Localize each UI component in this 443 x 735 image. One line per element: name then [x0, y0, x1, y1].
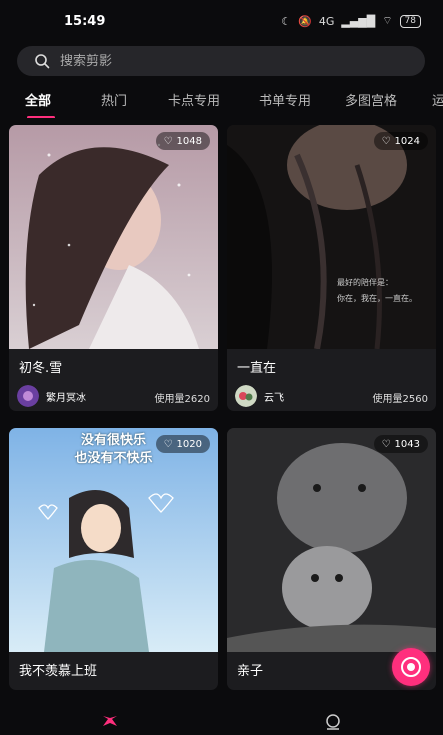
card-title: 我不羡慕上班	[19, 664, 98, 679]
category-tabs: 全部 热门 卡点专用 书单专用 多图宫格 运	[0, 88, 443, 118]
status-time: 15:49	[64, 14, 106, 29]
template-thumbnail	[227, 428, 436, 652]
usage-count: 使用量2620	[154, 394, 210, 405]
like-badge[interactable]: ♡ 1043	[373, 435, 428, 453]
avatar	[17, 385, 39, 407]
card-title: 亲子	[237, 664, 264, 679]
thumbnail-caption: 最好的陪伴是： 你在，我在，一直在。	[337, 275, 417, 307]
create-fab-button[interactable]	[392, 648, 430, 686]
author-name: 云飞	[264, 392, 284, 404]
like-badge[interactable]: ♡ 1020	[155, 435, 210, 453]
search-bar[interactable]	[17, 46, 425, 76]
home-nav-icon[interactable]	[101, 714, 119, 728]
template-card[interactable]: 最好的陪伴是： 你在，我在，一直在。 ♡ 1024 一直在 云飞 使用量2560	[227, 125, 436, 411]
mute-icon: 🔕	[298, 14, 312, 28]
like-count: 1043	[394, 438, 420, 450]
caption-line: 你在，我在，一直在。	[337, 294, 417, 303]
profile-nav-icon[interactable]	[324, 714, 342, 730]
card-title: 一直在	[237, 361, 277, 376]
heart-icon: ♡	[163, 438, 173, 450]
heart-icon: ♡	[163, 135, 173, 147]
template-card[interactable]: 没有很快乐 也没有不快乐 ♡ 1020 我不羡慕上班	[9, 428, 218, 690]
avatar	[235, 385, 257, 407]
battery-icon: 78	[399, 14, 421, 28]
status-icons: ☾ 🔕 4G ▂▄▆█ ⌔ 78	[281, 14, 421, 28]
network-label: 4G	[318, 14, 335, 28]
template-card[interactable]: ♡ 1048 初冬.雪 繁月冥冰 使用量2620	[9, 125, 218, 411]
author-name: 繁月冥冰	[46, 392, 86, 404]
tab-booklist[interactable]: 书单专用	[259, 90, 311, 109]
tab-all[interactable]: 全部	[25, 90, 51, 109]
like-count: 1024	[394, 135, 420, 147]
signal-icon: ▂▄▆█	[341, 14, 376, 28]
like-badge[interactable]: ♡ 1024	[373, 132, 428, 150]
wifi-icon: ⌔	[382, 14, 393, 27]
search-input[interactable]	[58, 52, 402, 70]
status-bar: 15:49 ☾ 🔕 4G ▂▄▆█ ⌔ 78	[0, 0, 443, 44]
template-thumbnail	[227, 125, 436, 349]
eye-icon	[401, 657, 421, 677]
moon-icon: ☾	[281, 14, 292, 28]
tab-multi-grid[interactable]: 多图宫格	[345, 90, 397, 109]
card-author[interactable]: 繁月冥冰	[17, 385, 86, 407]
bottom-nav	[0, 702, 443, 735]
like-count: 1048	[176, 135, 202, 147]
like-count: 1020	[176, 438, 202, 450]
heart-icon: ♡	[381, 438, 391, 450]
search-icon	[35, 54, 50, 69]
tab-beat-sync[interactable]: 卡点专用	[168, 90, 220, 109]
card-title: 初冬.雪	[19, 361, 63, 376]
template-thumbnail	[9, 125, 218, 349]
card-author[interactable]: 云飞	[235, 385, 284, 407]
caption-line: 最好的陪伴是：	[337, 278, 393, 287]
usage-count: 使用量2560	[372, 394, 428, 405]
heart-icon: ♡	[381, 135, 391, 147]
like-badge[interactable]: ♡ 1048	[155, 132, 210, 150]
tab-more[interactable]: 运	[432, 90, 443, 109]
tab-hot[interactable]: 热门	[101, 90, 127, 109]
tab-indicator	[27, 116, 55, 118]
